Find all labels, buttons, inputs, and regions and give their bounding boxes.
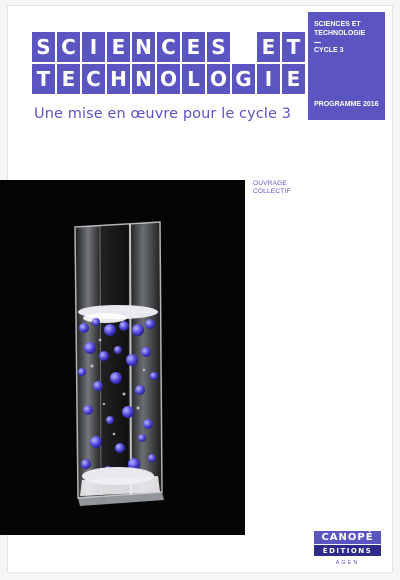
title-letter: S: [207, 32, 230, 62]
title-letter: L: [182, 64, 205, 94]
title-space: [232, 32, 255, 62]
title-letter: C: [82, 64, 105, 94]
title-letter: I: [257, 64, 280, 94]
banner-programme: PROGRAMME 2016: [314, 101, 379, 108]
banner-divider: [314, 42, 321, 43]
publisher-editions: ÉDITIONS: [314, 545, 381, 556]
book-subtitle: Une mise en œuvre pour le cycle 3: [34, 106, 292, 122]
ouvrage-line-1: OUVRAGE: [253, 180, 287, 187]
publisher-city: AGEN: [335, 560, 360, 566]
title-letter: N: [132, 32, 155, 62]
title-line-1: S C I E N C E S E T: [32, 32, 305, 62]
title-letter: I: [82, 32, 105, 62]
title-letter: E: [257, 32, 280, 62]
glass-column-photo: [74, 221, 164, 506]
title-letter: T: [282, 32, 305, 62]
title-letter: E: [107, 32, 130, 62]
series-banner: SCIENCES ET TECHNOLOGIE CYCLE 3 PROGRAMM…: [308, 12, 385, 120]
title-letter: E: [282, 64, 305, 94]
book-cover: S C I E N C E S E T T E C H N O L O G I …: [0, 0, 400, 580]
title-letter: C: [157, 32, 180, 62]
cover-photo: [0, 180, 245, 535]
title-letter: H: [107, 64, 130, 94]
title-letter: O: [207, 64, 230, 94]
banner-subject: SCIENCES ET TECHNOLOGIE: [314, 21, 366, 37]
banner-cycle: CYCLE 3: [314, 47, 344, 54]
title-letter: E: [57, 64, 80, 94]
title-letter: N: [132, 64, 155, 94]
title-letter: E: [182, 32, 205, 62]
title-letter: T: [32, 64, 55, 94]
canope-logo: CANOPÉ ÉDITIONS AGEN: [314, 531, 381, 571]
publisher-name: CANOPÉ: [314, 531, 381, 544]
title-letter: S: [32, 32, 55, 62]
title-letter: C: [57, 32, 80, 62]
title-letter: G: [232, 64, 255, 94]
title-line-2: T E C H N O L O G I E: [32, 64, 305, 94]
title-letter: O: [157, 64, 180, 94]
ouvrage-collectif: OUVRAGE COLLECTIF: [253, 180, 291, 196]
ouvrage-line-2: COLLECTIF: [253, 188, 291, 195]
